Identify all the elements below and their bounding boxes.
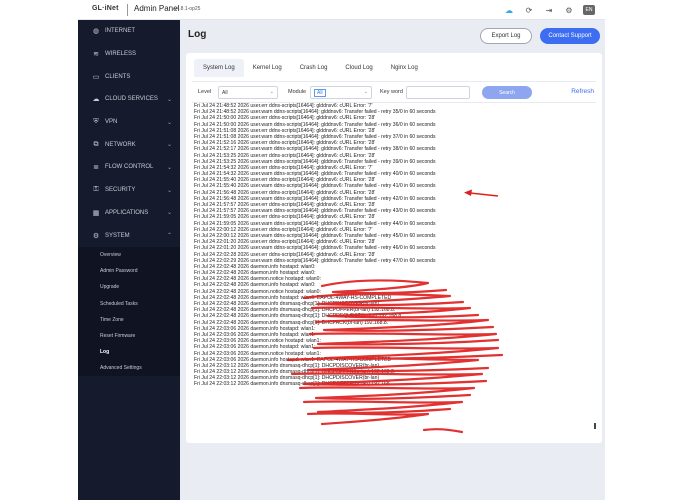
log-output[interactable]: Fri Jul 24 21:48:52 2026 user.err ddns-s…	[192, 103, 596, 433]
chevron-up-icon: ⌃	[166, 233, 172, 240]
firmware-version: v4.8.1-op25	[174, 6, 201, 12]
sidebar-item-clients[interactable]: ▭ CLIENTS	[78, 65, 180, 88]
wifi-icon: ≋	[93, 51, 99, 59]
chevron-down-icon: ⌄	[166, 187, 172, 194]
submenu-item-overview[interactable]: Overview	[78, 247, 180, 263]
sidebar-item-label: CLIENTS	[105, 73, 131, 80]
sidebar-item-label: FLOW CONTROL	[105, 164, 154, 171]
system-submenu: Overview Admin Password Upgrade Scheduled T…	[78, 246, 180, 377]
chevron-down-icon: ⌄	[166, 119, 172, 126]
sidebar-item-network[interactable]: ⧉ NETWORK ⌄	[78, 133, 180, 156]
shield-icon: ⛨	[93, 118, 99, 126]
language-icon[interactable]: EN	[583, 5, 595, 15]
admin-panel: GL·iNet Admin Panel v4.8.1-op25 ☁ ⟳ ⇥ ⚙ …	[78, 0, 605, 500]
sidebar-item-cloud-services[interactable]: ☁ CLOUD SERVICES ⌄	[78, 88, 180, 111]
module-label: Module	[288, 89, 307, 95]
sidebar-item-applications[interactable]: ▦ APPLICATIONS ⌄	[78, 202, 180, 225]
level-select[interactable]: All ⌄	[218, 86, 278, 99]
keyword-label: Key word	[380, 89, 403, 95]
submenu-item-scheduled-tasks[interactable]: Scheduled Tasks	[78, 295, 180, 311]
tab-nginx-log[interactable]: Nginx Log	[382, 59, 427, 77]
submenu-item-log[interactable]: Log	[78, 344, 180, 360]
apps-icon: ▦	[92, 209, 100, 217]
submenu-item-admin-password[interactable]: Admin Password	[78, 263, 180, 279]
cloud-icon[interactable]: ☁	[503, 4, 515, 16]
sidebar-item-flow-control[interactable]: ≣ FLOW CONTROL ⌄	[78, 156, 180, 179]
logout-icon[interactable]: ⇥	[543, 4, 555, 16]
module-select[interactable]: All ⌄	[310, 86, 372, 99]
clients-icon: ▭	[92, 73, 100, 81]
chevron-down-icon: ⌄	[166, 142, 172, 149]
sidebar-item-label: CLOUD SERVICES	[105, 96, 158, 103]
submenu-item-reset-firmware[interactable]: Reset Firmware	[78, 328, 180, 344]
level-label: Level	[198, 89, 212, 95]
cloud-icon: ☁	[92, 96, 100, 104]
contact-support-button[interactable]: Contact Support	[540, 28, 600, 44]
top-icon-bar: ☁ ⟳ ⇥ ⚙ EN	[503, 4, 595, 16]
sidebar-item-label: SECURITY	[105, 187, 136, 194]
submenu-item-advanced-settings[interactable]: Advanced Settings	[78, 360, 180, 376]
tab-system-log[interactable]: System Log	[194, 59, 244, 77]
export-log-button[interactable]: Export Log	[480, 28, 532, 44]
main-content: Log Export Log Contact Support System Lo…	[180, 20, 605, 500]
submenu-item-upgrade[interactable]: Upgrade	[78, 279, 180, 295]
sidebar-item-label: NETWORK	[105, 141, 136, 148]
settings-icon[interactable]: ⚙	[563, 4, 575, 16]
log-tabs: System Log Kernel Log Crash Log Cloud Log Ng…	[194, 57, 427, 79]
filter-bar: Level All ⌄ Module All ⌄ Key word Search	[192, 81, 596, 103]
network-icon: ⧉	[93, 140, 99, 148]
sidebar: ◍ INTERNET ≋ WIRELESS ▭ CLIENTS ☁ CLOUD SERVICE…	[78, 20, 180, 500]
sidebar-item-security[interactable]: ⚿ SECURITY ⌄	[78, 179, 180, 202]
refresh-link[interactable]: Refresh	[571, 88, 594, 95]
tab-cloud-log[interactable]: Cloud Log	[336, 59, 381, 77]
tab-kernel-log[interactable]: Kernel Log	[244, 59, 291, 77]
sidebar-item-label: INTERNET	[105, 28, 135, 35]
sidebar-nav: ◍ INTERNET ≋ WIRELESS ▭ CLIENTS ☁ CLOUD SERVICE…	[78, 20, 180, 247]
submenu-item-time-zone[interactable]: Time Zone	[78, 312, 180, 328]
sidebar-item-label: SYSTEM	[105, 232, 130, 239]
app-title: Admin Panel	[134, 4, 180, 13]
top-bar: GL·iNet Admin Panel v4.8.1-op25 ☁ ⟳ ⇥ ⚙ …	[78, 0, 605, 20]
sidebar-item-wireless[interactable]: ≋ WIRELESS	[78, 43, 180, 66]
brand-logo: GL·iNet	[92, 5, 119, 12]
flow-icon: ≣	[93, 164, 99, 172]
level-value: All	[222, 89, 228, 96]
chevron-down-icon: ⌄	[363, 89, 368, 95]
log-line: Fri Jul 24 22:03:12 2026 daemon.info dns…	[194, 381, 392, 388]
lock-icon: ⚿	[93, 186, 99, 194]
sidebar-item-label: WIRELESS	[105, 51, 137, 58]
gear-icon: ⚙	[92, 232, 100, 240]
scrollbar-thumb[interactable]	[594, 423, 596, 429]
page-title: Log	[188, 29, 207, 40]
globe-icon: ◍	[92, 28, 100, 36]
chevron-down-icon: ⌄	[269, 89, 274, 95]
sidebar-item-internet[interactable]: ◍ INTERNET	[78, 20, 180, 43]
log-card: System Log Kernel Log Crash Log Cloud Log Ng…	[186, 53, 602, 443]
brand-divider	[127, 4, 128, 16]
chevron-down-icon: ⌄	[166, 210, 172, 217]
sidebar-item-label: VPN	[105, 119, 118, 126]
module-value: All	[314, 88, 326, 97]
reboot-icon[interactable]: ⟳	[523, 4, 535, 16]
chevron-down-icon: ⌄	[166, 96, 172, 103]
chevron-down-icon: ⌄	[166, 164, 172, 171]
sidebar-item-vpn[interactable]: ⛨ VPN ⌄	[78, 111, 180, 134]
keyword-input[interactable]	[406, 86, 470, 99]
search-button[interactable]: Search	[482, 86, 532, 99]
sidebar-item-system[interactable]: ⚙ SYSTEM ⌃	[78, 224, 180, 247]
screenshot-frame: GL·iNet Admin Panel v4.8.1-op25 ☁ ⟳ ⇥ ⚙ …	[0, 0, 676, 500]
sidebar-item-label: APPLICATIONS	[105, 209, 149, 216]
tab-crash-log[interactable]: Crash Log	[291, 59, 337, 77]
